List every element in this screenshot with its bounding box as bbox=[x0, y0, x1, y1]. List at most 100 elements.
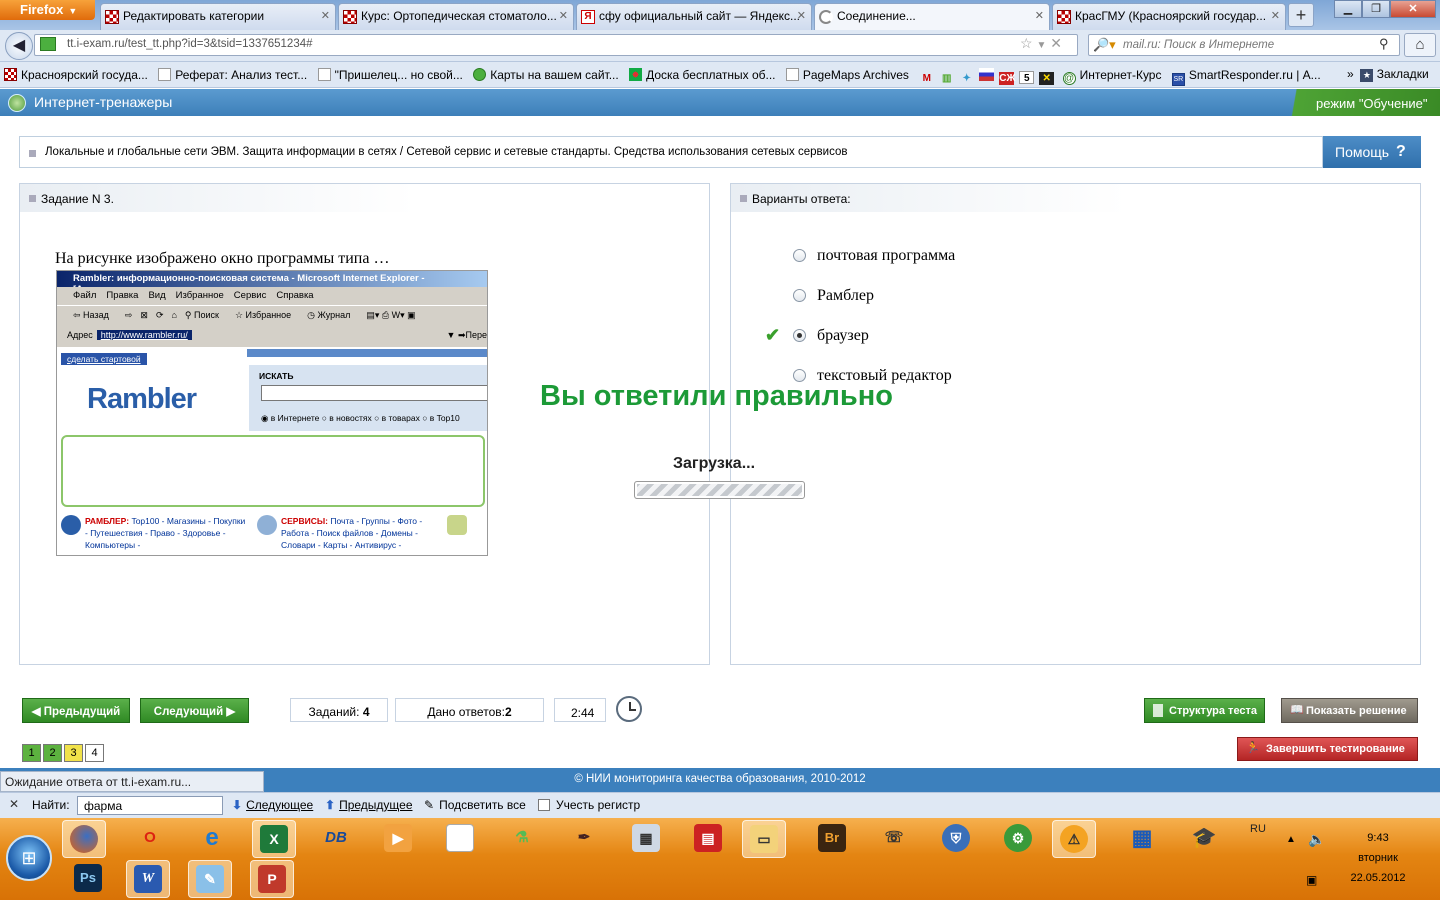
firefox-menu-button[interactable]: Firefox ▼ bbox=[0, 0, 95, 20]
taskbar-paint-icon[interactable]: ✎ bbox=[188, 860, 232, 898]
close-icon[interactable]: ✕ bbox=[559, 9, 568, 22]
answers-header-text: Варианты ответа: bbox=[752, 192, 851, 206]
taskbar-grid-icon[interactable]: ▦ bbox=[1120, 820, 1164, 858]
page-icon bbox=[785, 68, 799, 81]
dropdown-arrow-icon[interactable]: ▼ bbox=[1036, 40, 1046, 51]
taskbar-excel-icon[interactable]: X bbox=[252, 820, 296, 858]
previous-button[interactable]: ◀ Предыдущий bbox=[22, 698, 130, 723]
russia-flag-icon[interactable] bbox=[979, 68, 995, 81]
tool-icon[interactable]: ✕ bbox=[1039, 72, 1055, 85]
ie-menu-item: Избранное bbox=[175, 290, 224, 301]
answer-label[interactable]: браузер bbox=[817, 327, 869, 345]
volume-icon[interactable]: 🔈 bbox=[1308, 831, 1325, 848]
back-button[interactable]: ◀ bbox=[5, 32, 33, 60]
news-icon[interactable]: СЖ bbox=[999, 72, 1016, 85]
answer-label[interactable]: почтовая программа bbox=[817, 247, 955, 265]
taskbar-pen-icon[interactable]: ✒ bbox=[562, 820, 606, 858]
search-icon[interactable]: ⚲ bbox=[1379, 36, 1389, 52]
search-input[interactable]: mail.ru: Поиск в Интернете bbox=[1088, 34, 1400, 56]
language-indicator[interactable]: RU bbox=[1250, 823, 1266, 835]
answered-count-value: 2 bbox=[504, 705, 512, 719]
close-icon[interactable]: ✕ bbox=[1035, 9, 1044, 22]
bookmark-star-icon[interactable]: ☆ bbox=[1020, 35, 1033, 51]
bookmark-item[interactable]: "Пришелец... но свой... bbox=[317, 68, 463, 82]
start-button-windows-icon[interactable]: ⊞ bbox=[6, 835, 52, 881]
taskbar-shield-icon[interactable]: ⛨ bbox=[934, 820, 978, 858]
site-favicon-icon bbox=[105, 10, 119, 24]
answer-label[interactable]: Рамблер bbox=[817, 287, 874, 305]
taskbar-word-icon[interactable]: W bbox=[126, 860, 170, 898]
home-button[interactable]: ⌂ bbox=[1404, 33, 1436, 57]
minimize-window-button[interactable]: ▁ bbox=[1334, 0, 1362, 18]
taskbar-db-icon[interactable]: DB bbox=[314, 820, 358, 858]
answer-radio-selected[interactable] bbox=[793, 329, 806, 342]
browser-tab[interactable]: Редактировать категории ✕ bbox=[100, 3, 336, 30]
bookmark-item[interactable]: SR SmartResponder.ru | А... bbox=[1171, 68, 1321, 86]
stop-icon[interactable]: ✕ bbox=[1050, 35, 1062, 51]
bookmarks-menu[interactable]: » ★ Закладки bbox=[1347, 67, 1429, 82]
help-button[interactable]: Помощь bbox=[1323, 136, 1421, 168]
site-favicon-icon bbox=[4, 68, 17, 81]
browser-tab[interactable]: КрасГМУ (Красноярский государ... ✕ bbox=[1052, 3, 1286, 30]
bookmark-item[interactable]: Реферат: Анализ тест... bbox=[158, 68, 307, 82]
taskbar-warning-app-icon[interactable]: ⚠ bbox=[1052, 820, 1096, 858]
url-input[interactable]: tt.i-exam.ru/test_tt.php?id=3&tsid=13376… bbox=[34, 34, 1078, 56]
taskbar-ie-icon[interactable]: e bbox=[190, 820, 234, 858]
taskbar-document-icon[interactable] bbox=[438, 820, 482, 858]
close-icon[interactable]: ✕ bbox=[1271, 9, 1280, 22]
answer-radio[interactable] bbox=[793, 249, 806, 262]
maximize-window-button[interactable]: ❐ bbox=[1362, 0, 1390, 18]
finish-test-button[interactable]: 🏃 Завершить тестирование bbox=[1237, 737, 1418, 761]
bookmark-item[interactable]: @ Интернет-Курс bbox=[1062, 68, 1161, 85]
taskbar-bridge-icon[interactable]: Br bbox=[810, 820, 854, 858]
calendar-icon[interactable]: 5 bbox=[1019, 71, 1035, 84]
taskbar-graduation-icon[interactable]: 🎓 bbox=[1182, 820, 1226, 858]
task-page-button[interactable]: 2 bbox=[43, 744, 62, 762]
next-button[interactable]: Следующий ▶ bbox=[140, 698, 249, 723]
taskbar-skype-like-icon[interactable]: ☏ bbox=[872, 820, 916, 858]
site-identity-icon[interactable] bbox=[40, 37, 56, 51]
highlight-all-button[interactable]: ✎ Подсветить все bbox=[424, 798, 526, 812]
match-case-checkbox[interactable]: Учесть регистр bbox=[538, 798, 640, 812]
taskbar-firefox-icon[interactable] bbox=[62, 820, 106, 858]
overflow-chevron-icon[interactable]: » bbox=[1347, 67, 1354, 81]
close-icon[interactable]: ✕ bbox=[9, 797, 19, 811]
twitter-icon[interactable]: ✦ bbox=[959, 72, 974, 85]
bookmark-item[interactable]: Карты на вашем сайт... bbox=[473, 68, 619, 82]
taskbar-floppy-icon[interactable]: ▤ bbox=[686, 820, 730, 858]
search-engine-icon[interactable]: 🔎▾ bbox=[1093, 37, 1116, 53]
task-page-button[interactable]: 4 bbox=[85, 744, 104, 762]
taskbar-photoshop-icon[interactable]: Ps bbox=[66, 860, 110, 898]
find-next-button[interactable]: ⬇ Следующее bbox=[232, 798, 313, 812]
bookmark-item[interactable]: Красноярский госуда... bbox=[4, 68, 148, 82]
taskbar-explorer-icon[interactable]: ▭ bbox=[742, 820, 786, 858]
taskbar-powerpoint-icon[interactable]: P bbox=[250, 860, 294, 898]
find-previous-button[interactable]: ⬆ Предыдущее bbox=[325, 798, 413, 812]
close-icon[interactable]: ✕ bbox=[797, 9, 806, 22]
taskbar-chemistry-icon[interactable]: ⚗ bbox=[500, 820, 544, 858]
taskbar-calculator-icon[interactable]: ▦ bbox=[624, 820, 668, 858]
close-icon[interactable]: ✕ bbox=[321, 9, 330, 22]
test-structure-button[interactable]: Структура теста bbox=[1144, 698, 1265, 723]
show-solution-button[interactable]: 📖 Показать решение bbox=[1281, 698, 1418, 723]
tray-clock[interactable]: 9:43 вторник 22.05.2012 bbox=[1348, 832, 1408, 884]
task-page-button[interactable]: 1 bbox=[22, 744, 41, 762]
chart-bars-icon[interactable]: ▥ bbox=[939, 72, 954, 85]
bookmark-item[interactable]: Доска бесплатных об... bbox=[629, 68, 776, 82]
new-tab-button[interactable]: + bbox=[1288, 3, 1314, 27]
browser-tab-active[interactable]: Соединение... ✕ bbox=[814, 3, 1050, 30]
ie-radio-label: в товарах bbox=[381, 413, 420, 423]
task-page-button[interactable]: 3 bbox=[64, 744, 83, 762]
close-window-button[interactable]: ✕ bbox=[1390, 0, 1436, 18]
taskbar-network-icon[interactable]: ⚙ bbox=[996, 820, 1040, 858]
find-input[interactable]: фарма bbox=[77, 796, 223, 815]
bookmark-item[interactable]: PageMaps Archives bbox=[785, 68, 909, 82]
browser-tab[interactable]: Ясфу официальный сайт — Яндекс... ✕ bbox=[576, 3, 812, 30]
network-tray-icon[interactable]: ▣ bbox=[1306, 873, 1317, 887]
gmail-icon[interactable]: M bbox=[919, 72, 934, 85]
answer-radio[interactable] bbox=[793, 289, 806, 302]
tray-expand-icon[interactable]: ▲ bbox=[1286, 834, 1296, 845]
taskbar-media-icon[interactable]: ▶ bbox=[376, 820, 420, 858]
browser-tab[interactable]: Курс: Ортопедическая стоматоло... ✕ bbox=[338, 3, 574, 30]
taskbar-opera-icon[interactable]: O bbox=[128, 820, 172, 858]
